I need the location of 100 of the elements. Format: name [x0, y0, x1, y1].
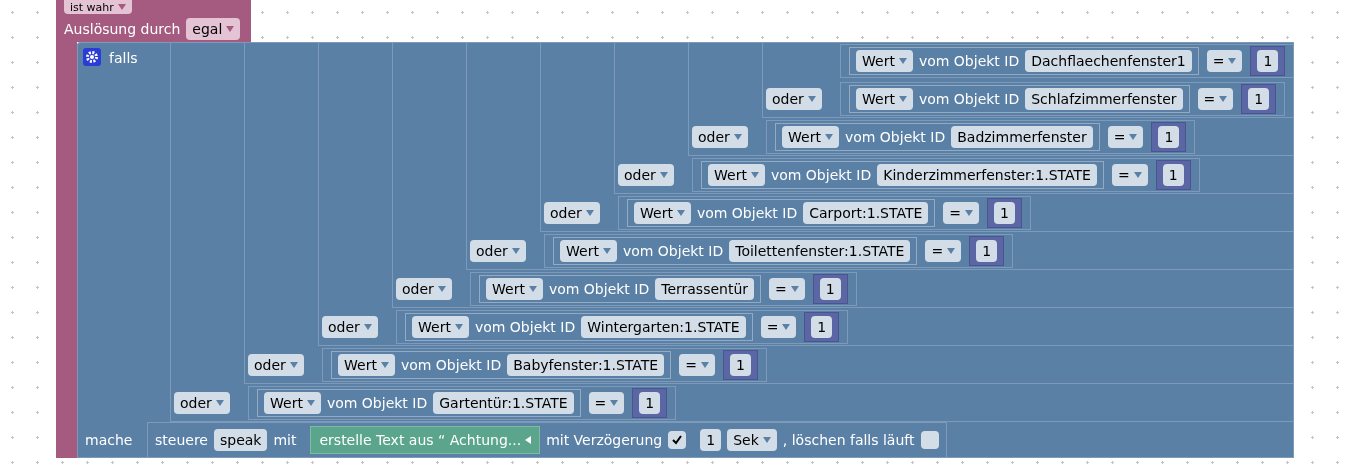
joiner-dropdown[interactable]: oder: [470, 240, 526, 262]
number-block[interactable]: 1: [1250, 46, 1286, 76]
delay-field[interactable]: 1: [700, 429, 722, 451]
number-block[interactable]: 1: [1241, 84, 1277, 114]
or-block[interactable]: [392, 42, 1295, 308]
source-dropdown[interactable]: Wert: [338, 354, 395, 376]
joiner-dropdown[interactable]: oder: [322, 316, 378, 338]
or-block[interactable]: Wert vom Objekt ID Dachflaechenfenster1 = 1 oder Wert vom Objekt ID Schlafzimmerfenster = 1 oder Wert vom Objekt ID Badzimmerfenster = 1: [688, 42, 1295, 156]
delay-checkbox[interactable]: [668, 431, 687, 449]
or-block[interactable]: [318, 42, 1295, 346]
number-block[interactable]: 1: [632, 388, 668, 418]
compare-block[interactable]: Wert vom Objekt ID Gartentür:1.STATE = 1: [248, 386, 677, 420]
source-dropdown[interactable]: Wert: [634, 202, 691, 224]
joiner-dropdown[interactable]: oder: [692, 126, 748, 148]
number-block[interactable]: 1: [987, 198, 1022, 228]
or-block[interactable]: [170, 42, 1295, 422]
number-field[interactable]: 1: [1248, 88, 1270, 110]
operator-dropdown[interactable]: =: [760, 316, 797, 338]
event-block-header[interactable]: ist wahr Auslösung durch egal: [56, 0, 251, 42]
or-block[interactable]: [244, 42, 1295, 384]
operator-dropdown[interactable]: =: [679, 354, 715, 376]
number-field[interactable]: 1: [729, 354, 751, 376]
condition-dropdown[interactable]: ist wahr: [64, 0, 132, 14]
number-block[interactable]: 1: [804, 312, 840, 342]
operator-dropdown[interactable]: =: [1111, 164, 1148, 186]
or-block[interactable]: Wert vom Objekt ID Dachflaechenfenster1 = 1 oder Wert vom Objekt ID Schlafzimmerfenster = 1 oder Wert vom Objekt ID Badzimmerfenster = 1 oder Wert vom Objekt ID Kinderzimmerfenster:1.STATE = 1: [614, 42, 1295, 194]
number-field[interactable]: 1: [811, 316, 833, 338]
object-value-block[interactable]: Wert vom Objekt ID Dachflaechenfenster1: [849, 47, 1199, 75]
compare-block[interactable]: Wert vom Objekt ID Wintergarten:1.STATE = 1: [396, 310, 849, 344]
object-value-block[interactable]: Wert vom Objekt ID Carport:1.STATE: [627, 199, 936, 227]
joiner-dropdown[interactable]: oder: [544, 202, 600, 224]
object-id-field[interactable]: Gartentür:1.STATE: [433, 392, 574, 414]
operator-dropdown[interactable]: =: [1197, 88, 1234, 110]
object-value-block[interactable]: Wert vom Objekt ID Kinderzimmerfenster:1.STATE: [701, 161, 1104, 189]
joiner-dropdown[interactable]: oder: [766, 88, 822, 110]
number-field[interactable]: 1: [1158, 126, 1180, 148]
source-dropdown[interactable]: Wert: [412, 316, 469, 338]
source-dropdown[interactable]: Wert: [264, 392, 321, 414]
object-id-field[interactable]: Wintergarten:1.STATE: [581, 316, 746, 338]
number-field[interactable]: 1: [819, 278, 841, 300]
compare-block[interactable]: Wert vom Objekt ID Carport:1.STATE = 1: [618, 196, 1031, 230]
compare-block[interactable]: Wert vom Objekt ID Terrassentür = 1: [470, 272, 857, 306]
number-field[interactable]: 1: [1257, 50, 1279, 72]
source-dropdown[interactable]: Wert: [856, 50, 913, 72]
clear-checkbox[interactable]: [920, 431, 939, 449]
source-dropdown[interactable]: Wert: [856, 88, 913, 110]
or-block[interactable]: Wert vom Objekt ID Dachflaechenfenster1 = 1 oder Wert vom Objekt ID Schlafzimmerfenster = 1: [762, 42, 1295, 118]
object-id-field[interactable]: Terrassentür: [655, 278, 755, 300]
or-block[interactable]: [540, 42, 1295, 232]
object-value-block[interactable]: Wert vom Objekt ID Toilettenfenster:1.STATE: [553, 237, 918, 265]
number-block[interactable]: 1: [1155, 160, 1191, 190]
object-id-field[interactable]: Carport:1.STATE: [803, 202, 929, 224]
operator-dropdown[interactable]: =: [769, 278, 805, 300]
object-id-field[interactable]: Dachflaechenfenster1: [1025, 50, 1192, 72]
object-value-block[interactable]: Wert vom Objekt ID Babyfenster:1.STATE: [331, 351, 672, 379]
or-block[interactable]: [466, 42, 1295, 270]
object-id-field[interactable]: Babyfenster:1.STATE: [507, 354, 665, 376]
source-dropdown[interactable]: Wert: [782, 126, 839, 148]
object-id-field[interactable]: Badzimmerfenster: [951, 126, 1093, 148]
caret-icon: [700, 362, 709, 368]
number-field[interactable]: 1: [994, 202, 1015, 224]
compare-block[interactable]: Wert vom Objekt ID Toilettenfenster:1.STATE = 1: [544, 234, 1014, 268]
number-block[interactable]: 1: [812, 274, 848, 304]
compare-block[interactable]: Wert vom Objekt ID Kinderzimmerfenster:1.STATE = 1: [692, 158, 1200, 192]
target-field[interactable]: speak: [213, 429, 268, 451]
compare-block[interactable]: Wert vom Objekt ID Schlafzimmerfenster = 1: [840, 82, 1286, 116]
source-dropdown[interactable]: Wert: [708, 164, 765, 186]
object-id-field[interactable]: Schlafzimmerfenster: [1025, 88, 1183, 110]
object-value-block[interactable]: Wert vom Objekt ID Gartentür:1.STATE: [257, 389, 581, 417]
number-field[interactable]: 1: [639, 392, 661, 414]
control-block[interactable]: steuere speak mit erstelle Text aus “ Achtung... mit Verzögerung 1 Sek , löschen falls läuft: [147, 422, 947, 458]
number-block[interactable]: 1: [969, 236, 1005, 266]
number-field[interactable]: 1: [976, 240, 998, 262]
source-dropdown[interactable]: Wert: [486, 278, 543, 300]
object-id-field[interactable]: Toilettenfenster:1.STATE: [729, 240, 911, 262]
number-block[interactable]: 1: [722, 350, 758, 380]
source-dropdown[interactable]: Wert: [560, 240, 617, 262]
operator-dropdown[interactable]: =: [1206, 50, 1243, 72]
if-block[interactable]: [77, 42, 1295, 458]
object-value-block[interactable]: Wert vom Objekt ID Terrassentür: [479, 275, 762, 303]
number-field[interactable]: 1: [1162, 164, 1184, 186]
compare-block[interactable]: Wert vom Objekt ID Dachflaechenfenster1 = 1: [840, 44, 1295, 78]
object-value-block[interactable]: Wert vom Objekt ID Wintergarten:1.STATE: [405, 313, 753, 341]
compare-block[interactable]: Wert vom Objekt ID Badzimmerfenster = 1: [766, 120, 1196, 154]
joiner-dropdown[interactable]: oder: [618, 164, 674, 186]
trigger-dropdown[interactable]: egal: [186, 18, 241, 40]
object-id-field[interactable]: Kinderzimmerfenster:1.STATE: [877, 164, 1097, 186]
joiner-dropdown[interactable]: oder: [174, 392, 230, 414]
compare-block[interactable]: Wert vom Objekt ID Babyfenster:1.STATE = 1: [322, 348, 767, 382]
operator-dropdown[interactable]: =: [1107, 126, 1144, 148]
joiner-dropdown[interactable]: oder: [248, 354, 304, 376]
operator-dropdown[interactable]: =: [925, 240, 962, 262]
gear-icon[interactable]: [83, 48, 101, 66]
object-value-block[interactable]: Wert vom Objekt ID Badzimmerfenster: [775, 123, 1100, 151]
joiner-dropdown[interactable]: oder: [396, 278, 452, 300]
unit-dropdown[interactable]: Sek: [727, 429, 777, 451]
number-block[interactable]: 1: [1151, 122, 1187, 152]
operator-dropdown[interactable]: =: [943, 202, 980, 224]
object-value-block[interactable]: Wert vom Objekt ID Schlafzimmerfenster: [849, 85, 1190, 113]
operator-dropdown[interactable]: =: [588, 392, 625, 414]
